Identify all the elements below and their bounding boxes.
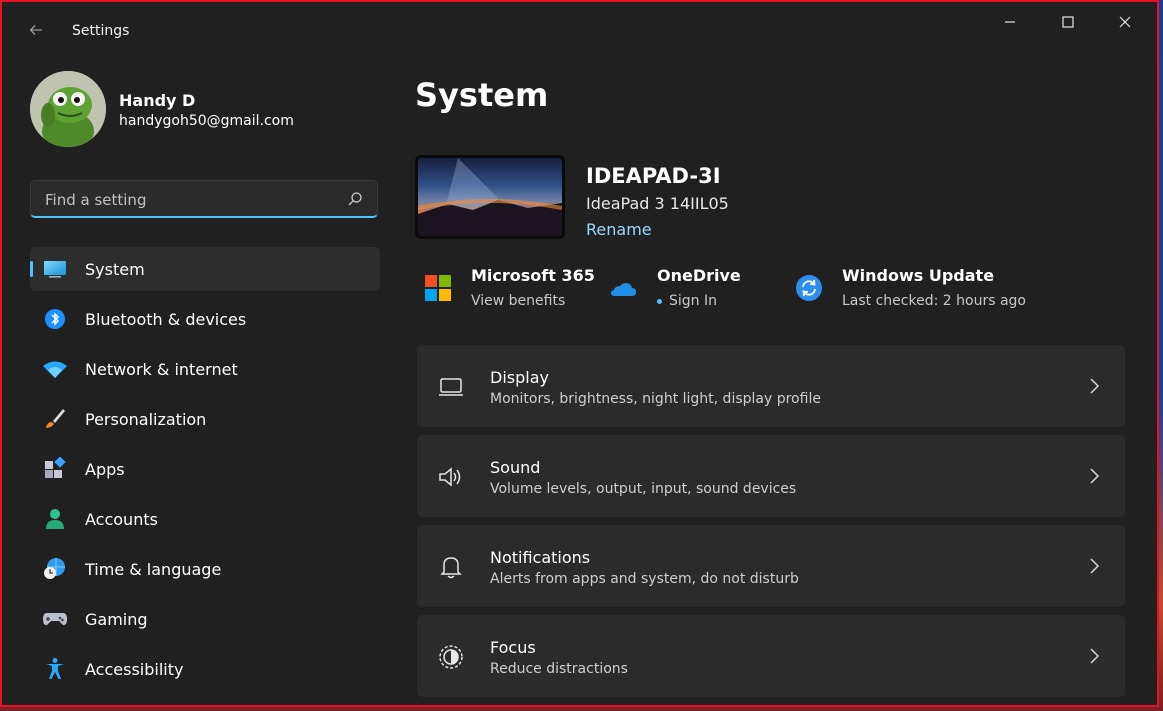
sidebar-item-gaming[interactable]: Gaming	[30, 597, 380, 641]
brush-icon	[42, 407, 68, 431]
quick-link-subtitle: Last checked: 2 hours ago	[842, 293, 1026, 309]
card-title: Focus	[490, 638, 536, 657]
windows-update-icon	[796, 275, 822, 301]
device-wallpaper-thumbnail	[415, 155, 565, 239]
chevron-right-icon	[1090, 468, 1100, 484]
gamepad-icon	[42, 607, 68, 631]
accounts-icon	[42, 507, 68, 531]
search-input[interactable]	[43, 187, 337, 213]
onedrive-icon	[610, 283, 636, 296]
card-subtitle: Reduce distractions	[490, 661, 628, 677]
back-button[interactable]	[24, 18, 48, 42]
card-subtitle: Volume levels, output, input, sound devi…	[490, 481, 797, 497]
sidebar-item-system[interactable]: System	[30, 247, 380, 291]
search-box[interactable]	[30, 180, 378, 218]
sidebar-item-label: Personalization	[85, 409, 207, 429]
close-icon	[1119, 16, 1131, 28]
device-name: IDEAPAD-3I	[586, 164, 721, 188]
search-icon[interactable]	[347, 191, 363, 207]
display-icon	[439, 378, 463, 396]
quick-link-title: Windows Update	[842, 266, 995, 285]
quick-link-subtitle: View benefits	[471, 293, 566, 309]
sidebar-item-label: Accessibility	[85, 659, 184, 679]
quick-link-subtitle-row: Sign In	[657, 293, 717, 309]
accessibility-icon	[42, 657, 68, 681]
sidebar-item-label: Time & language	[85, 559, 222, 579]
close-button[interactable]	[1102, 10, 1148, 34]
settings-card-focus[interactable]: Focus Reduce distractions	[417, 615, 1125, 697]
settings-window: Settings Handy D handygoh50@gmail.com Fi…	[0, 0, 1159, 707]
system-icon	[42, 257, 68, 281]
sidebar-item-label: Apps	[85, 459, 125, 479]
card-subtitle: Monitors, brightness, night light, displ…	[490, 391, 821, 407]
rename-link[interactable]: Rename	[586, 220, 652, 239]
minimize-button[interactable]	[987, 10, 1033, 34]
sidebar-item-label: Network & internet	[85, 359, 238, 379]
settings-card-sound[interactable]: Sound Volume levels, output, input, soun…	[417, 435, 1125, 517]
avatar-image	[30, 71, 106, 147]
avatar[interactable]	[30, 71, 106, 147]
profile-name: Handy D	[119, 91, 196, 110]
maximize-button[interactable]	[1045, 10, 1091, 34]
quick-link-title: Microsoft 365	[471, 266, 595, 285]
quick-link-title: OneDrive	[657, 266, 741, 285]
globe-clock-icon	[42, 557, 68, 581]
sidebar-item-label: System	[85, 259, 145, 279]
card-title: Sound	[490, 458, 541, 477]
apps-icon	[42, 457, 68, 481]
card-subtitle: Alerts from apps and system, do not dist…	[490, 571, 799, 587]
title-bar: Settings	[2, 2, 1157, 42]
device-model: IdeaPad 3 14IIL05	[586, 194, 729, 213]
minimize-icon	[1005, 21, 1015, 23]
quick-link-onedrive[interactable]: OneDrive Sign In	[609, 264, 779, 312]
bluetooth-icon	[42, 307, 68, 331]
card-title: Display	[490, 368, 549, 387]
sidebar-item-bluetooth[interactable]: Bluetooth & devices	[30, 297, 380, 341]
sidebar-item-label: Accounts	[85, 509, 158, 529]
back-arrow-icon	[29, 25, 42, 35]
sidebar-item-label: Gaming	[85, 609, 148, 629]
wallpaper-preview-image	[418, 158, 562, 236]
quick-link-windows-update[interactable]: Windows Update Last checked: 2 hours ago	[795, 264, 1045, 312]
app-title: Settings	[72, 23, 130, 39]
sidebar-item-apps[interactable]: Apps	[30, 447, 380, 491]
chevron-right-icon	[1090, 558, 1100, 574]
chevron-right-icon	[1090, 648, 1100, 664]
settings-card-notifications[interactable]: Notifications Alerts from apps and syste…	[417, 525, 1125, 607]
sidebar-item-personalization[interactable]: Personalization	[30, 397, 380, 441]
card-title: Notifications	[490, 548, 591, 567]
sidebar-item-time-language[interactable]: Time & language	[30, 547, 380, 591]
maximize-icon	[1062, 16, 1074, 28]
profile-email: handygoh50@gmail.com	[119, 113, 294, 129]
speaker-icon	[439, 467, 461, 487]
focus-icon	[439, 645, 463, 669]
bell-icon	[440, 557, 462, 579]
quick-link-microsoft-365[interactable]: Microsoft 365 View benefits	[424, 264, 595, 312]
microsoft-365-icon	[425, 275, 451, 301]
quick-link-subtitle: Sign In	[669, 293, 717, 309]
sidebar-item-network[interactable]: Network & internet	[30, 347, 380, 391]
sidebar-item-accounts[interactable]: Accounts	[30, 497, 380, 541]
sidebar-nav: System Bluetooth & devices Network & int…	[30, 247, 380, 697]
sidebar-item-accessibility[interactable]: Accessibility	[30, 647, 380, 691]
wifi-icon	[42, 357, 68, 381]
page-title: System	[415, 76, 549, 114]
settings-card-display[interactable]: Display Monitors, brightness, night ligh…	[417, 345, 1125, 427]
chevron-right-icon	[1090, 378, 1100, 394]
status-dot-icon	[657, 298, 662, 304]
sidebar-item-label: Bluetooth & devices	[85, 309, 247, 329]
